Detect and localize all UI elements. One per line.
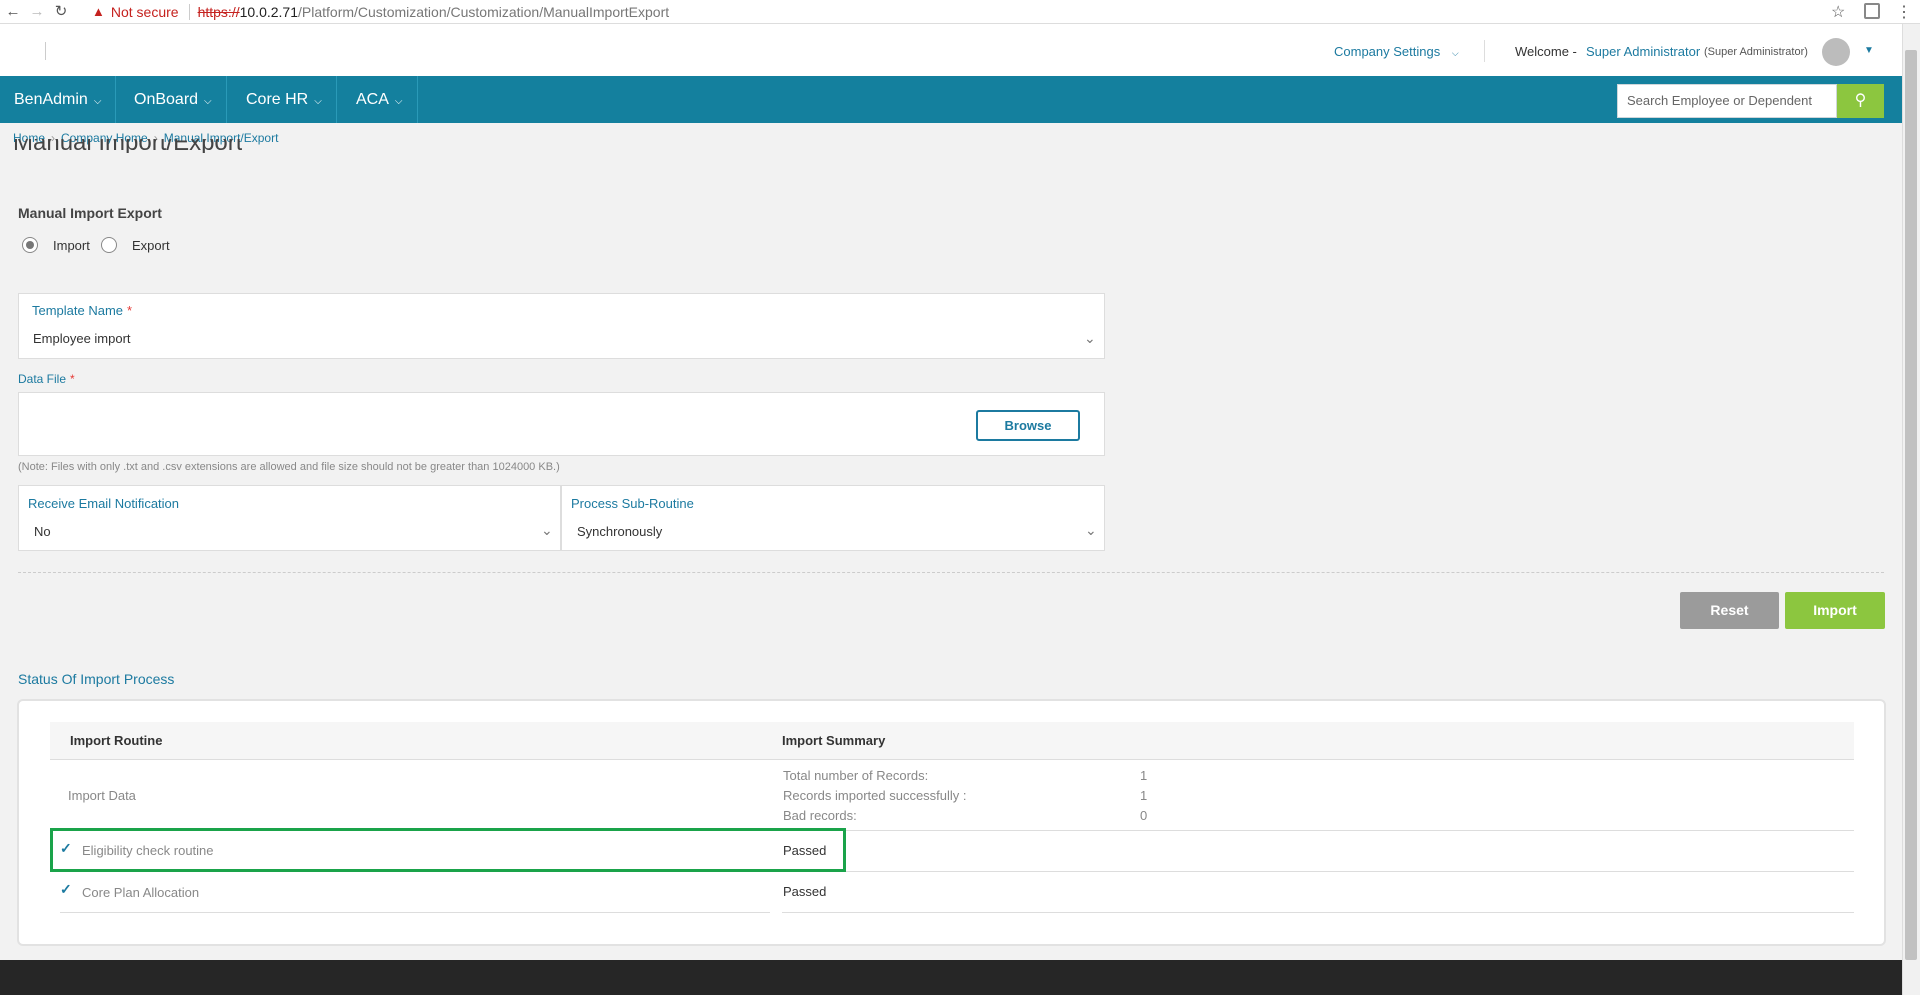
row-divider [782, 912, 1854, 913]
browse-button[interactable]: Browse [976, 410, 1080, 441]
chevron-down-icon: ⌵ [93, 96, 102, 107]
sub-routine-value[interactable]: Synchronously [577, 524, 662, 539]
row-divider [60, 912, 770, 913]
search-button[interactable]: ⚲ [1837, 84, 1884, 118]
chevron-down-icon: ⌵ [1451, 48, 1459, 58]
col-import-routine: Import Routine [70, 733, 163, 748]
nav-item-label: ACA [356, 91, 389, 108]
reload-icon[interactable]: ↻ [52, 3, 70, 21]
page-title: Manual Import/Export [13, 139, 243, 153]
address-bar[interactable]: ▲ Not secure https:// 10.0.2.71 /Platfor… [92, 1, 1832, 23]
welcome-text: Welcome - [1515, 44, 1577, 59]
search-input[interactable]: Search Employee or Dependent [1617, 84, 1837, 118]
scrollbar-thumb[interactable] [1905, 50, 1917, 960]
company-settings-menu[interactable]: Company Settings ⌵ [1334, 44, 1459, 59]
required-marker: * [70, 372, 75, 386]
section-title: Manual Import Export [18, 205, 162, 221]
sub-routine-label: Process Sub-Routine [571, 496, 694, 511]
radio-export[interactable] [101, 237, 117, 253]
status-title: Status Of Import Process [18, 671, 175, 687]
user-role: (Super Administrator) [1704, 46, 1808, 58]
highlight-box [50, 828, 846, 872]
user-name-link[interactable]: Super Administrator [1586, 44, 1700, 59]
url-path: /Platform/Customization/Customization/Ma… [298, 4, 670, 20]
menu-dots-icon[interactable]: ⋮ [1896, 2, 1912, 22]
chevron-down-icon[interactable]: ⌄ [1085, 522, 1097, 539]
data-file-field[interactable] [18, 392, 1105, 456]
chevron-down-icon: ⌵ [314, 96, 322, 107]
summary-label: Total number of Records: [783, 768, 929, 783]
not-secure-label: Not secure [110, 4, 179, 20]
search-icon: ⚲ [1854, 92, 1867, 109]
header-divider [1484, 40, 1485, 62]
summary-value: 1 [1140, 788, 1148, 803]
nav-item-label: Core HR [246, 91, 309, 108]
chevron-down-icon[interactable]: ⌄ [541, 522, 553, 539]
back-icon[interactable]: ← [4, 3, 22, 21]
nav-benadmin[interactable]: BenAdmin ⌵ [0, 76, 117, 123]
avatar[interactable] [1822, 38, 1850, 66]
nav-onboard[interactable]: OnBoard ⌵ [120, 76, 227, 123]
extension-icon[interactable] [1864, 3, 1880, 19]
radio-import-label[interactable]: Import [53, 238, 90, 253]
template-name-value[interactable]: Employee import [33, 331, 131, 346]
reset-button[interactable]: Reset [1680, 592, 1779, 629]
summary-value: 0 [1140, 808, 1148, 823]
routine-import-data: Import Data [68, 788, 136, 803]
logo-divider [45, 42, 46, 60]
form-divider [18, 572, 1884, 573]
chevron-down-icon: ⌵ [394, 96, 403, 107]
template-name-select[interactable] [18, 293, 1105, 359]
template-name-label: Template Name * [32, 303, 132, 318]
nav-item-label: BenAdmin [14, 91, 88, 108]
page-footer [0, 960, 1902, 995]
data-file-label: Data File * [18, 372, 75, 386]
file-note: (Note: Files with only .txt and .csv ext… [18, 461, 560, 473]
nav-item-label: OnBoard [134, 91, 199, 108]
nav-core-hr[interactable]: Core HR ⌵ [232, 76, 337, 123]
nav-aca[interactable]: ACA ⌵ [342, 76, 418, 123]
summary-value: 1 [1140, 768, 1148, 783]
warning-icon: ▲ [92, 4, 105, 19]
table-header [50, 722, 1854, 760]
user-caret-icon[interactable]: ▼ [1864, 45, 1874, 56]
template-name-label-text: Template Name [32, 303, 124, 318]
result-passed: Passed [783, 884, 827, 899]
company-settings-label: Company Settings [1334, 44, 1441, 59]
routine-core-plan-allocation: Core Plan Allocation [82, 885, 200, 900]
required-marker: * [127, 303, 133, 318]
chevron-down-icon[interactable]: ⌄ [1084, 330, 1096, 347]
radio-export-label[interactable]: Export [132, 238, 170, 253]
forward-icon[interactable]: → [28, 3, 46, 21]
bookmark-star-icon[interactable]: ☆ [1831, 2, 1845, 22]
data-file-label-text: Data File [18, 372, 67, 386]
url-scheme: https:// [197, 4, 240, 20]
email-notification-select[interactable] [18, 485, 561, 551]
email-notification-value[interactable]: No [34, 524, 51, 539]
chevron-down-icon: ⌵ [204, 96, 212, 107]
summary-label: Records imported successfully : [783, 788, 967, 803]
sub-routine-select[interactable] [561, 485, 1105, 551]
check-icon: ✓ [60, 881, 72, 897]
url-host: 10.0.2.71 [239, 4, 298, 20]
radio-import[interactable] [22, 237, 38, 253]
address-separator [188, 4, 190, 20]
import-button[interactable]: Import [1785, 592, 1885, 629]
summary-label: Bad records: [783, 808, 857, 823]
email-notification-label: Receive Email Notification [28, 496, 180, 511]
col-import-summary: Import Summary [782, 733, 886, 748]
